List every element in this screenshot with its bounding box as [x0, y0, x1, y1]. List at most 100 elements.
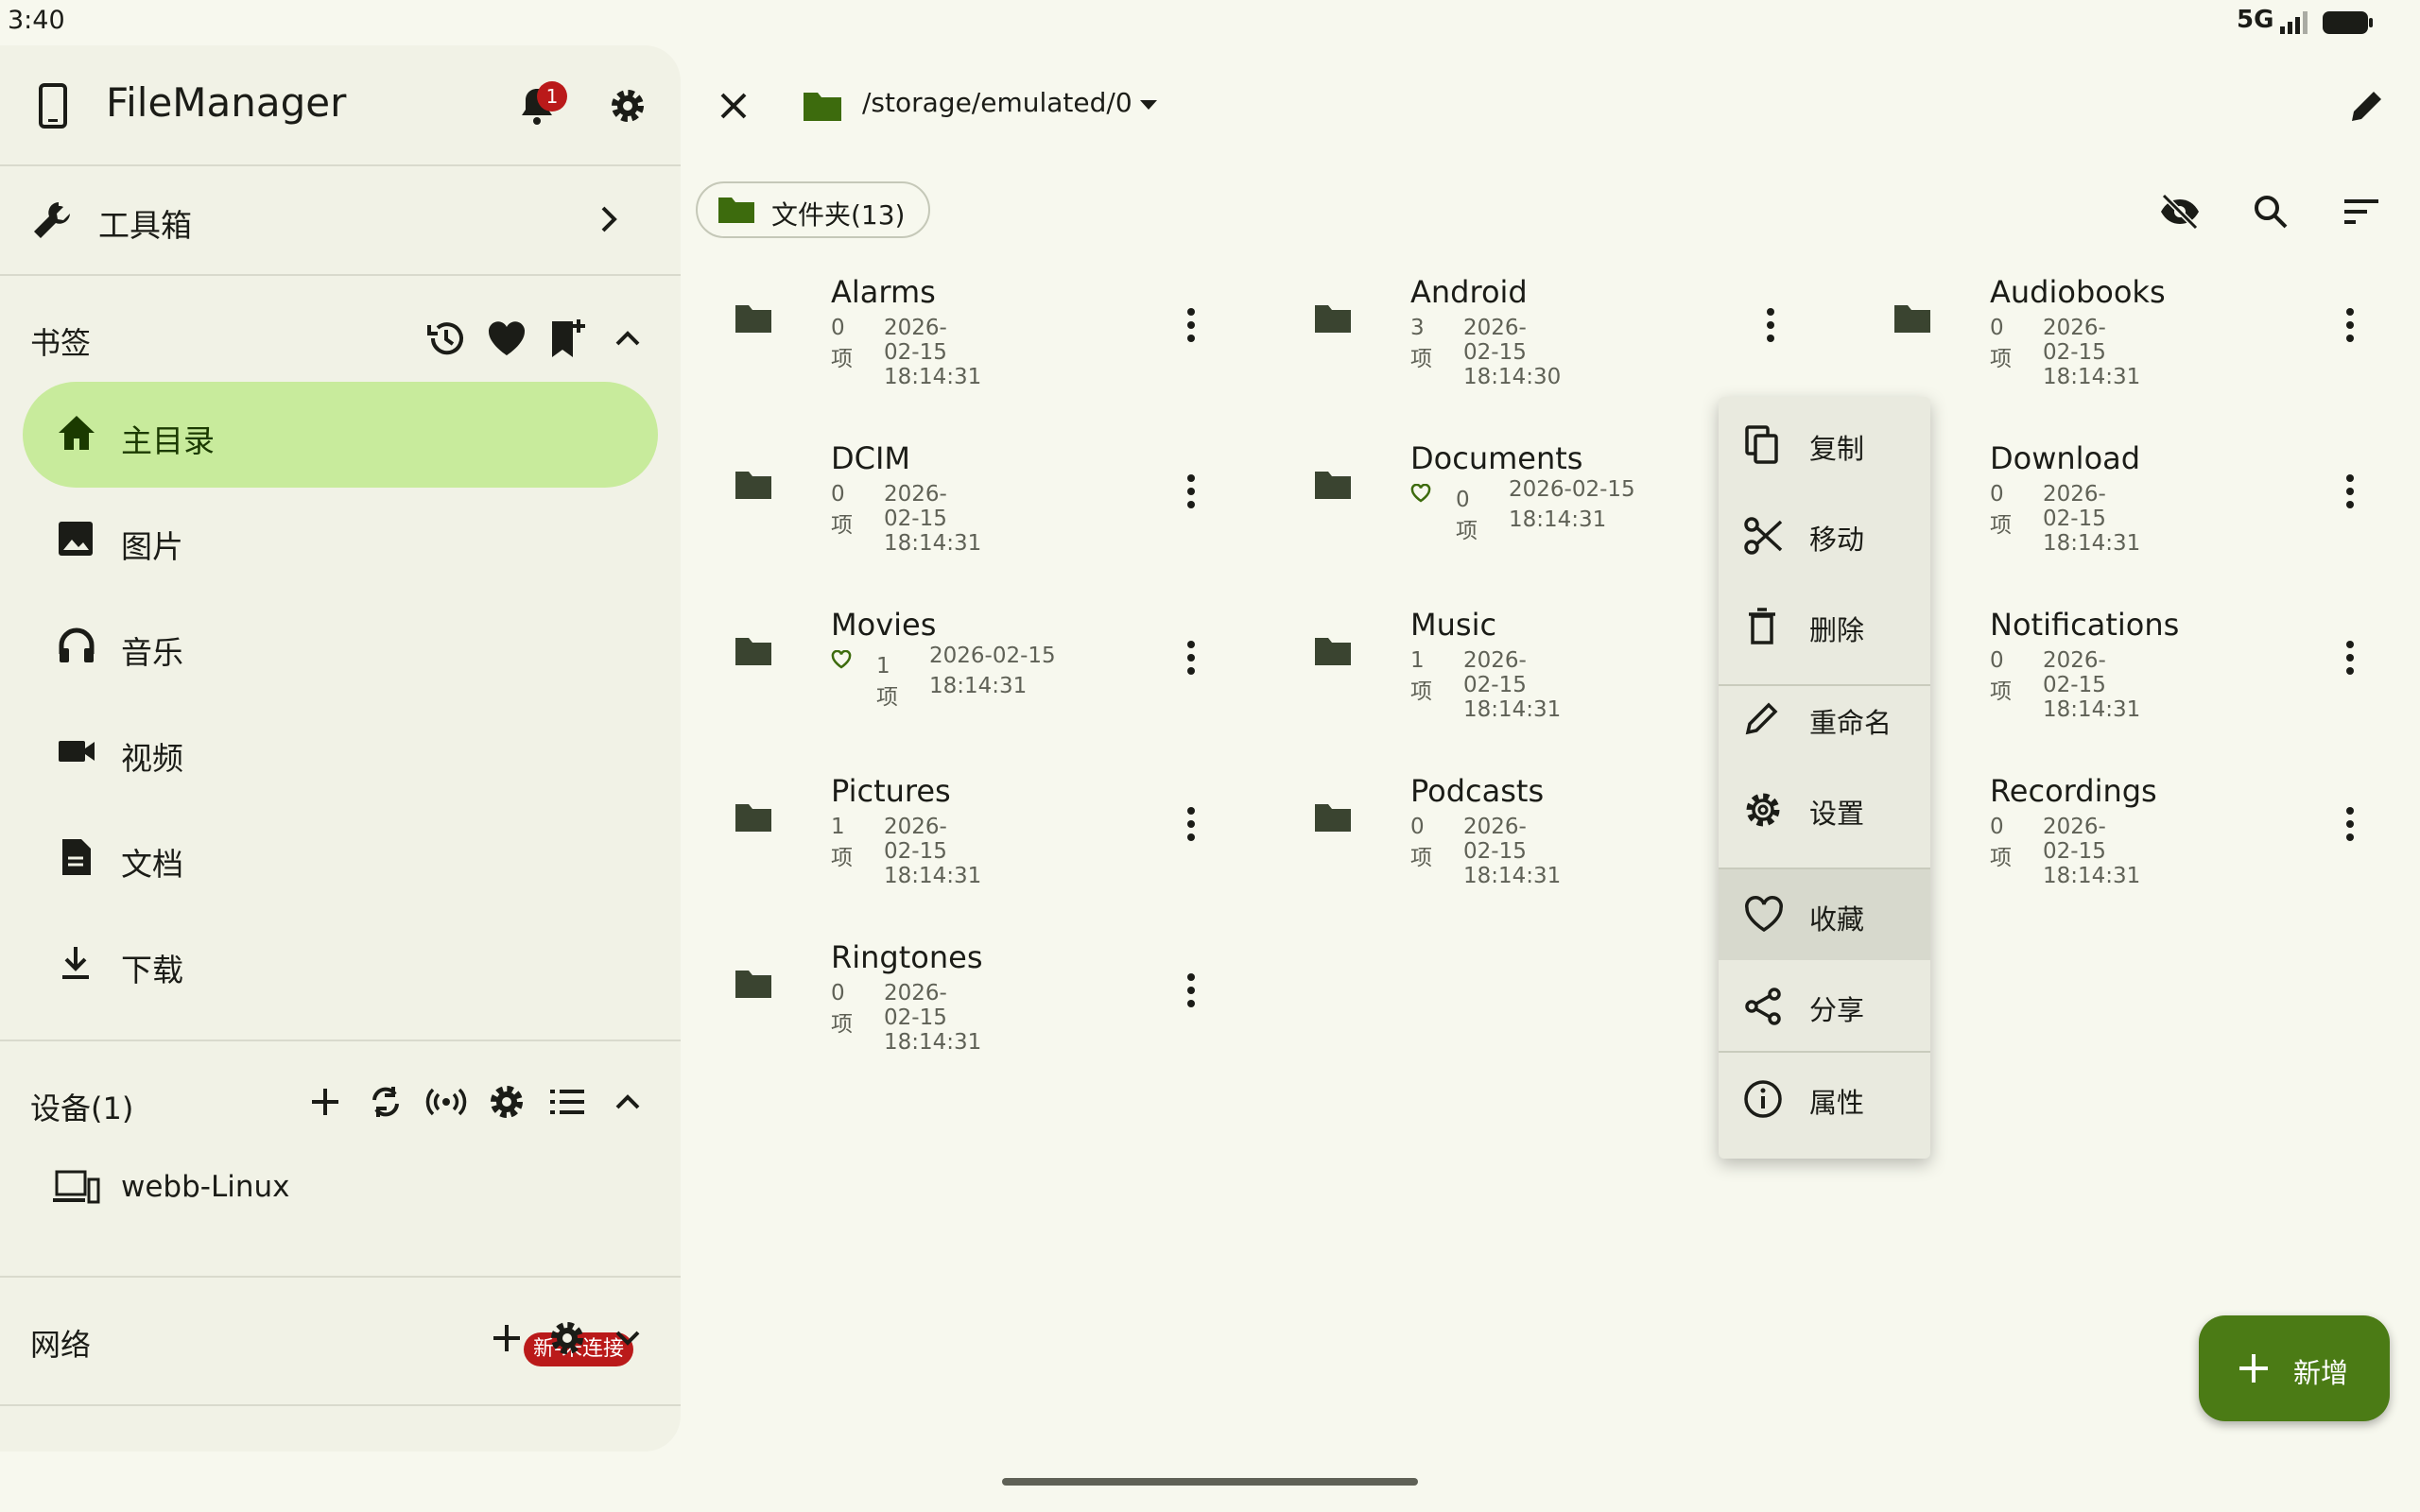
bookmark-label: 音乐: [121, 634, 183, 671]
bookmark-item-videos[interactable]: 视频: [23, 699, 658, 805]
menu-item-favorite[interactable]: 收藏: [1719, 869, 1930, 960]
settings-button[interactable]: [601, 79, 654, 132]
info-icon: [1743, 1079, 1783, 1119]
eye-off-icon: [2161, 193, 2199, 231]
file-name: Movies: [831, 607, 937, 643]
collapse-devices-button[interactable]: [601, 1075, 654, 1128]
devices-title: 设备(1): [30, 1091, 134, 1126]
pencil-icon: [2352, 92, 2381, 121]
more-options-button[interactable]: [1168, 627, 1214, 688]
fab-label: 新增: [2293, 1357, 2349, 1389]
file-item[interactable]: DCIM 0项 2026-02-15 18:14:31: [696, 420, 1272, 561]
bookmark-item-documents[interactable]: 文档: [23, 805, 658, 911]
bookmark-item-music[interactable]: 音乐: [23, 593, 658, 699]
bookmark-add-icon: [552, 319, 585, 357]
menu-item-settings[interactable]: 设置: [1719, 764, 1930, 854]
add-new-button[interactable]: 新增: [2199, 1315, 2390, 1421]
file-date: 2026-02-15 18:14:31: [2043, 648, 2141, 722]
add-bookmark-button[interactable]: [541, 312, 594, 365]
more-vert-icon: [1767, 308, 1774, 342]
bookmarks-title: 书签: [30, 325, 92, 361]
more-options-button[interactable]: [2327, 627, 2373, 688]
file-item[interactable]: Pictures 1项 2026-02-15 18:14:31: [696, 752, 1272, 894]
file-name: Music: [1410, 607, 1497, 643]
expand-network-button[interactable]: [601, 1312, 654, 1365]
path-dropdown-icon[interactable]: [1138, 98, 1159, 112]
edit-button[interactable]: [2341, 79, 2394, 132]
favorite-heart-icon: [831, 650, 852, 669]
gear-icon: [1743, 790, 1783, 830]
home-icon: [57, 414, 96, 452]
file-item[interactable]: Notifications 0项 2026-02-15 18:14:31: [1855, 586, 2420, 728]
headphones-icon: [57, 626, 96, 663]
menu-label: 移动: [1809, 524, 1865, 556]
network-settings-button[interactable]: [541, 1312, 594, 1365]
collapse-bookmarks-button[interactable]: [601, 312, 654, 365]
broadcast-button[interactable]: [420, 1075, 473, 1128]
menu-item-move[interactable]: 移动: [1719, 490, 1930, 580]
close-icon: [720, 93, 747, 119]
more-options-button[interactable]: [2327, 794, 2373, 854]
battery-icon: [2322, 9, 2375, 36]
file-name: Notifications: [1990, 607, 2180, 643]
menu-item-rename[interactable]: 重命名: [1719, 673, 1930, 764]
folder-icon: [1313, 801, 1353, 833]
status-time: 3:40: [8, 6, 65, 35]
bookmark-item-home[interactable]: 主目录: [23, 382, 658, 488]
share-icon: [1743, 987, 1783, 1026]
current-path[interactable]: /storage/emulated/0: [862, 87, 1132, 118]
file-name: Audiobooks: [1990, 274, 2166, 310]
device-settings-button[interactable]: [480, 1075, 533, 1128]
bookmark-item-downloads[interactable]: 下载: [23, 911, 658, 1017]
video-icon: [57, 731, 96, 769]
device-item[interactable]: webb-Linux 新-未连接: [23, 1140, 658, 1366]
more-options-button[interactable]: [1168, 960, 1214, 1021]
file-date: 2026-02-15 18:14:31: [2043, 316, 2141, 389]
bookmark-item-pictures[interactable]: 图片: [23, 488, 658, 593]
file-item[interactable]: Download 0项 2026-02-15 18:14:31: [1855, 420, 2420, 561]
wrench-icon: [30, 198, 74, 242]
status-bar: 3:40 5G: [0, 0, 2420, 43]
file-item[interactable]: Alarms 0项 2026-02-15 18:14:31: [696, 253, 1272, 395]
file-item[interactable]: Ringtones 0项 2026-02-15 18:14:31: [696, 919, 1272, 1060]
file-count: 0项: [1410, 815, 1432, 870]
more-options-button[interactable]: [1168, 794, 1214, 854]
add-network-button[interactable]: [480, 1312, 533, 1365]
search-button[interactable]: [2244, 185, 2297, 238]
more-options-button[interactable]: [1168, 295, 1214, 355]
more-options-button[interactable]: [2327, 461, 2373, 522]
more-options-button[interactable]: [1748, 295, 1793, 355]
notification-badge: 1: [537, 81, 567, 112]
sort-button[interactable]: [2335, 185, 2388, 238]
menu-item-copy[interactable]: 复制: [1719, 399, 1930, 490]
favorites-button[interactable]: [480, 312, 533, 365]
folder-filter-chip[interactable]: 文件夹(13): [696, 181, 930, 238]
more-options-button[interactable]: [2327, 295, 2373, 355]
menu-item-properties[interactable]: 属性: [1719, 1053, 1930, 1143]
file-item[interactable]: Android 3项 2026-02-15 18:14:30: [1275, 253, 1852, 395]
menu-item-share[interactable]: 分享: [1719, 960, 1930, 1051]
folder-icon: [734, 635, 773, 667]
menu-label: 设置: [1809, 798, 1865, 830]
device-list-button[interactable]: [541, 1075, 594, 1128]
toolbox-row[interactable]: 工具箱: [0, 166, 681, 272]
download-icon: [57, 943, 95, 983]
plus-icon: [2237, 1351, 2271, 1385]
toggle-hidden-button[interactable]: [2153, 185, 2206, 238]
refresh-devices-button[interactable]: [359, 1075, 412, 1128]
history-button[interactable]: [420, 312, 473, 365]
folder-icon: [717, 195, 756, 225]
file-date: 2026-02-15 18:14:31: [884, 316, 982, 389]
more-options-button[interactable]: [1168, 461, 1214, 522]
context-menu: 复制 移动 删除 重命名 设置 收藏 分享 属性: [1719, 397, 1930, 1159]
file-date: 2026-02-15 18:14:31: [2043, 482, 2141, 556]
close-button[interactable]: [707, 79, 760, 132]
menu-label: 复制: [1809, 433, 1865, 465]
menu-item-delete[interactable]: 删除: [1719, 580, 1930, 671]
file-item[interactable]: Movies 1项 2026-02-15 18:14:31: [696, 586, 1272, 728]
file-name: Download: [1990, 440, 2141, 476]
add-device-button[interactable]: [299, 1075, 352, 1128]
chevron-up-icon: [615, 331, 640, 346]
file-item[interactable]: Recordings 0项 2026-02-15 18:14:31: [1855, 752, 2420, 894]
file-item[interactable]: Audiobooks 0项 2026-02-15 18:14:31: [1855, 253, 2420, 395]
